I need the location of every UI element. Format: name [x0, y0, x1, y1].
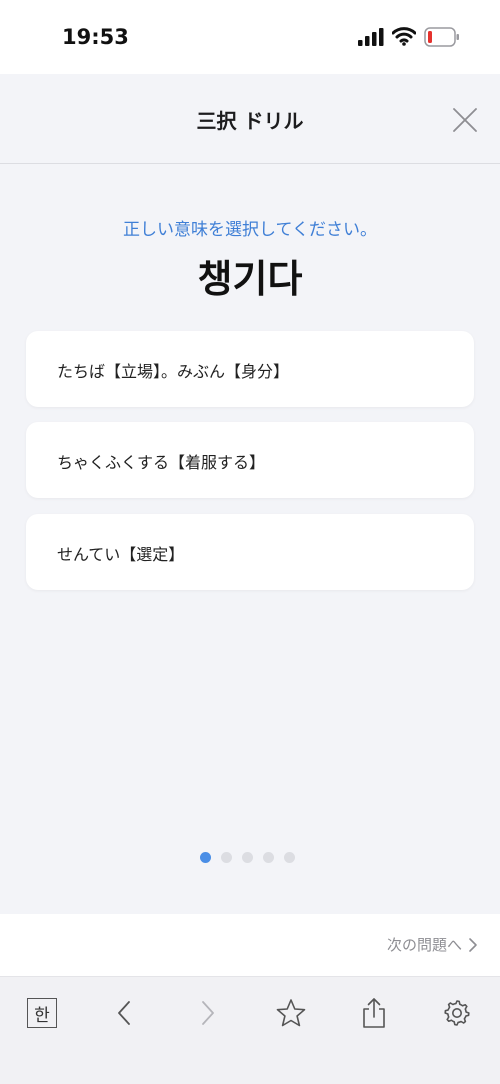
drill-screen: 19:53 三択 ドリル 正しい意味を選択してください。 챙기다 たちば【立場】… — [0, 0, 500, 1084]
next-question-label: 次の問題へ — [386, 936, 462, 954]
favorite-button[interactable] — [273, 995, 309, 1031]
question-word: 챙기다 — [197, 257, 303, 301]
share-button[interactable] — [356, 995, 392, 1031]
choice-option-3[interactable]: せんてい【選定】 — [26, 514, 474, 590]
settings-button[interactable] — [439, 995, 475, 1031]
hangul-button[interactable]: 한 — [24, 995, 60, 1031]
choice-label: たちば【立場】。みぶん【身分】 — [57, 362, 290, 381]
share-icon — [363, 998, 385, 1028]
page-dot-5 — [284, 852, 295, 863]
bottom-toolbar: 한 — [0, 976, 500, 1084]
star-icon — [276, 999, 306, 1027]
chevron-right-icon — [469, 937, 477, 952]
page-dot-1 — [200, 852, 211, 863]
choice-option-1[interactable]: たちば【立場】。みぶん【身分】 — [26, 331, 474, 407]
choice-option-2[interactable]: ちゃくふくする【着服する】 — [26, 422, 474, 498]
page-title: 三択 ドリル — [196, 109, 304, 133]
choice-label: せんてい【選定】 — [57, 545, 185, 564]
nav-header: 三択 ドリル — [0, 74, 500, 164]
choice-label: ちゃくふくする【着服する】 — [57, 453, 266, 472]
forward-icon — [202, 1001, 214, 1025]
status-time: 19:53 — [62, 25, 129, 49]
battery-low-icon — [424, 27, 459, 47]
back-icon — [118, 1001, 130, 1025]
wifi-icon — [392, 27, 416, 46]
gear-icon — [444, 1000, 470, 1026]
back-button[interactable] — [106, 995, 142, 1031]
hangul-icon: 한 — [27, 998, 57, 1028]
page-dot-3 — [242, 852, 253, 863]
status-bar: 19:53 — [0, 0, 500, 74]
page-dot-4 — [263, 852, 274, 863]
page-indicator — [200, 852, 295, 863]
forward-button[interactable] — [190, 995, 226, 1031]
question-prompt: 正しい意味を選択してください。 — [123, 220, 377, 240]
cellular-signal-icon — [358, 28, 384, 46]
next-question-button[interactable]: 次の問題へ — [387, 934, 478, 955]
close-icon[interactable] — [452, 107, 478, 133]
page-dot-2 — [221, 852, 232, 863]
next-question-bar: 次の問題へ — [0, 914, 500, 976]
